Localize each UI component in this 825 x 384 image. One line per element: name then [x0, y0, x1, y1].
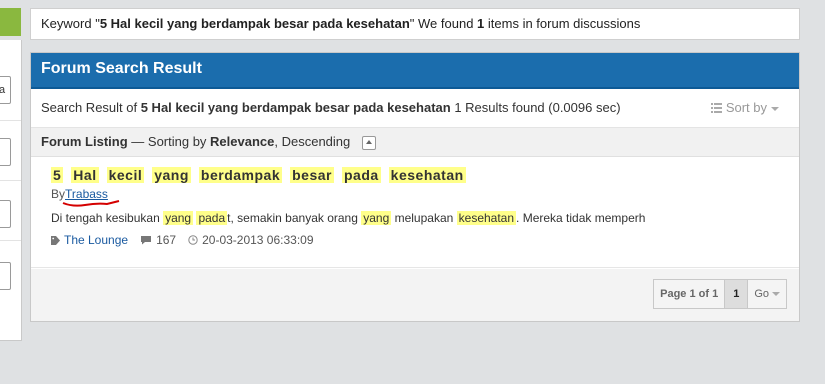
replies-value: 167 [156, 233, 177, 247]
sorting-prefix: — Sorting by [127, 134, 211, 149]
pagination: Page 1 of 1 1 Go [653, 279, 787, 309]
result-meta: The Lounge 167 20-03-2013 06:33:09 [51, 233, 779, 247]
clock-icon [188, 235, 198, 245]
listing-label: Forum Listing [41, 134, 128, 149]
go-button[interactable]: Go [748, 280, 786, 308]
title-word: kecil [106, 167, 145, 183]
keyword-banner: Keyword "5 Hal kecil yang berdampak besa… [30, 8, 800, 40]
sidebar-accent [0, 8, 21, 36]
search-result-panel: Forum Search Result Search Result of 5 H… [30, 52, 800, 322]
title-word: Hal [71, 167, 99, 183]
left-sidebar: a [0, 8, 22, 341]
pagination-area: Page 1 of 1 1 Go [31, 269, 799, 321]
chevron-down-icon [772, 292, 780, 297]
red-underline-annotation [62, 200, 120, 207]
list-icon [710, 90, 722, 128]
forum-listing-header: Forum Listing — Sorting by Relevance, De… [31, 128, 799, 157]
sidebar-input-2[interactable] [0, 138, 11, 166]
tag-icon [51, 235, 60, 245]
divider [0, 180, 21, 181]
snippet-highlight: pada [196, 211, 228, 225]
summary-prefix: Search Result of [41, 100, 141, 115]
sidebar-input-1[interactable]: a [0, 76, 11, 104]
result-author: ByTrabass [51, 187, 779, 207]
result-summary: Search Result of 5 Hal kecil yang berdam… [31, 89, 799, 128]
chevron-down-icon [771, 106, 779, 111]
title-word: kesehatan [388, 167, 466, 183]
sort-order: , Descending [274, 134, 351, 149]
result-snippet: Di tengah kesibukan yang pada t, semakin … [51, 209, 779, 227]
snippet-text: melupakan [391, 211, 457, 225]
page-1-button[interactable]: 1 [724, 280, 749, 308]
sort-by-dropdown[interactable]: Sort by [710, 89, 779, 128]
divider [0, 120, 21, 121]
summary-suffix: 1 Results found (0.0096 sec) [450, 100, 621, 115]
snippet-text: . Mereka tidak memperh [516, 211, 646, 225]
title-word: pada [341, 167, 381, 183]
banner-keyword: 5 Hal kecil yang berdampak besar pada ke… [99, 16, 410, 31]
snippet-highlight: yang [361, 211, 392, 225]
forum-tag: The Lounge [51, 233, 128, 247]
title-word: besar [290, 167, 334, 183]
divider [0, 240, 21, 241]
comment-icon [141, 236, 152, 245]
snippet-highlight: kesehatan [456, 211, 517, 225]
sidebar-input-3[interactable] [0, 200, 11, 228]
banner-middle: " We found [409, 16, 478, 31]
panel-title: Forum Search Result [31, 53, 799, 89]
banner-prefix: Keyword " [41, 16, 100, 31]
collapse-toggle-button[interactable] [361, 135, 376, 150]
snippet-text: Di tengah kesibukan [51, 211, 164, 225]
title-word: yang [152, 167, 191, 183]
snippet-text: t, semakin banyak orang [227, 211, 362, 225]
snippet-highlight: yang [163, 211, 194, 225]
post-date: 20-03-2013 06:33:09 [188, 233, 314, 247]
sort-by-label: Sort by [725, 100, 767, 115]
reply-count: 167 [140, 233, 176, 247]
summary-keyword: 5 Hal kecil yang berdampak besar pada ke… [140, 100, 451, 115]
sort-field: Relevance [210, 134, 275, 149]
date-value: 20-03-2013 06:33:09 [202, 233, 314, 247]
title-word: 5 [51, 167, 64, 183]
page-label: Page 1 of 1 [660, 288, 719, 300]
sidebar-input-4[interactable] [0, 262, 11, 290]
title-word: berdampak [198, 167, 283, 183]
go-label: Go [754, 288, 769, 300]
result-title-link[interactable]: 5 Hal kecil yang berdampak besar pada ke… [51, 167, 466, 183]
list-item: 5 Hal kecil yang berdampak besar pada ke… [31, 157, 799, 268]
banner-suffix: items in forum discussions [484, 16, 641, 31]
forum-link[interactable]: The Lounge [64, 233, 128, 247]
